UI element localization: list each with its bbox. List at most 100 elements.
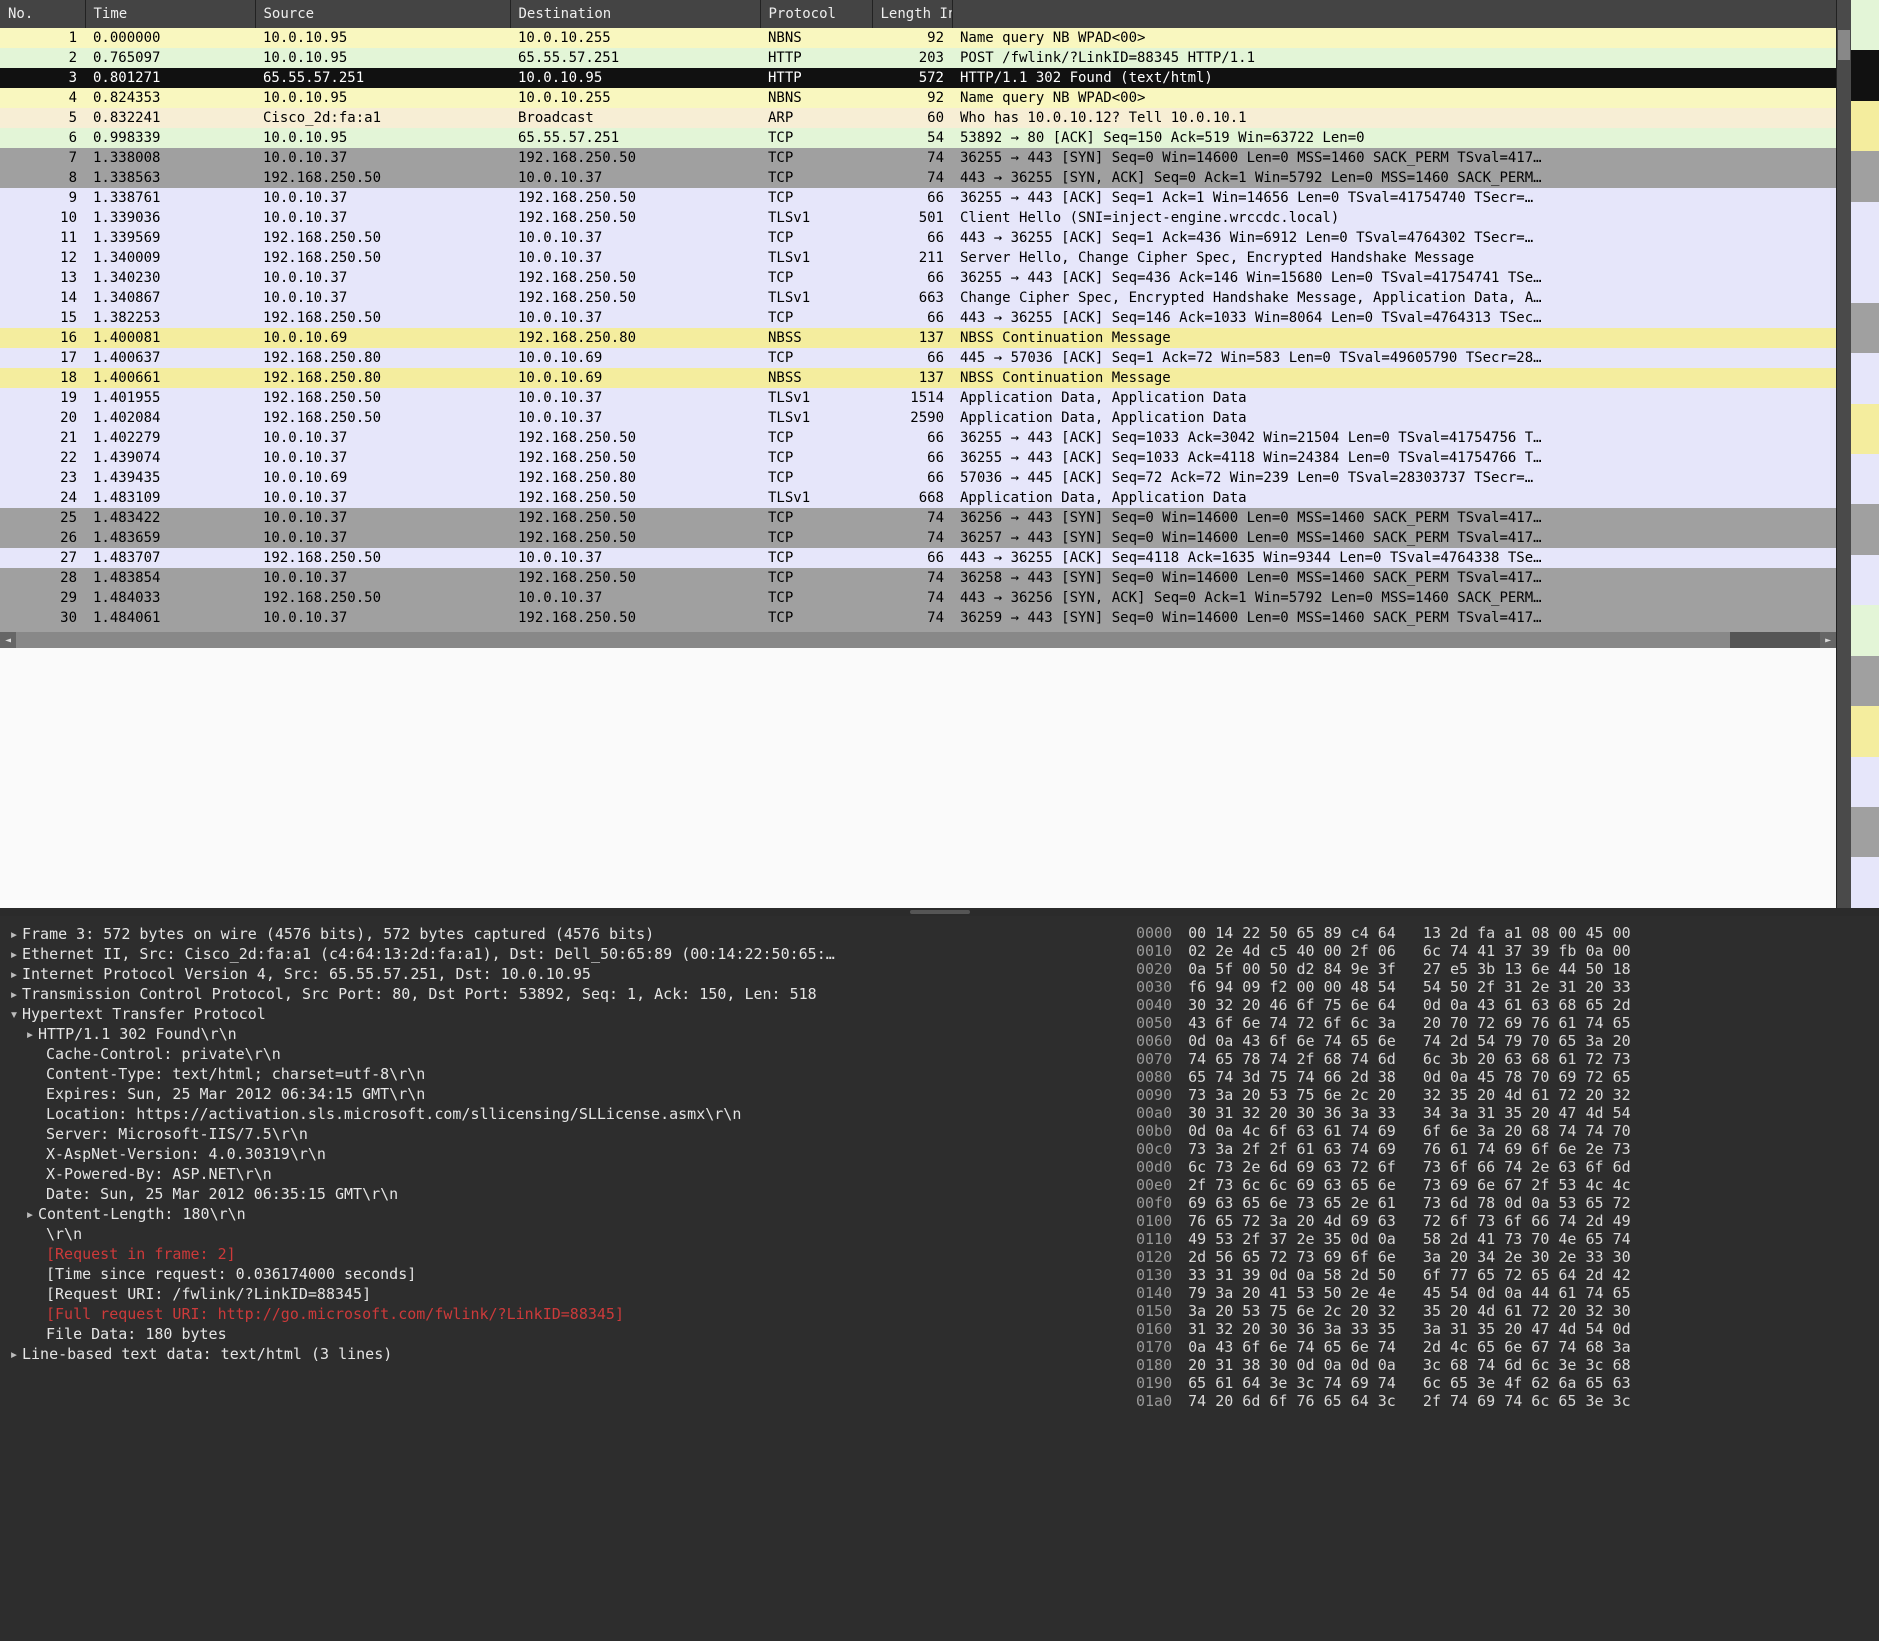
packet-row[interactable]: 60.99833910.0.10.9565.55.57.251TCP545389… — [0, 128, 1836, 148]
hex-line[interactable]: 00d06c 73 2e 6d 69 63 72 6f 73 6f 66 74 … — [1134, 1158, 1875, 1176]
hex-line[interactable]: 004030 32 20 46 6f 75 6e 64 0d 0a 43 61 … — [1134, 996, 1875, 1014]
packet-table[interactable]: No. Time Source Destination Protocol Len… — [0, 0, 1836, 632]
tree-http-fulluri[interactable]: [Full request URI: http://go.microsoft.c… — [0, 1304, 1130, 1324]
hex-line[interactable]: 0030f6 94 09 f2 00 00 48 54 54 50 2f 31 … — [1134, 978, 1875, 996]
hex-line[interactable]: 019065 61 64 3e 3c 74 69 74 6c 65 3e 4f … — [1134, 1374, 1875, 1392]
packet-row[interactable]: 30.80127165.55.57.25110.0.10.95HTTP572HT… — [0, 68, 1836, 88]
packet-row[interactable]: 271.483707192.168.250.5010.0.10.37TCP664… — [0, 548, 1836, 568]
packet-row[interactable]: 181.400661192.168.250.8010.0.10.69NBSS13… — [0, 368, 1836, 388]
tree-http[interactable]: ▾Hypertext Transfer Protocol — [0, 1004, 1130, 1024]
hex-line[interactable]: 00600d 0a 43 6f 6e 74 65 6e 74 2d 54 79 … — [1134, 1032, 1875, 1050]
hex-line[interactable]: 01202d 56 65 72 73 69 6f 6e 3a 20 34 2e … — [1134, 1248, 1875, 1266]
packet-list-vscroll[interactable] — [1836, 0, 1851, 908]
hex-line[interactable]: 00200a 5f 00 50 d2 84 9e 3f 27 e5 3b 13 … — [1134, 960, 1875, 978]
col-info[interactable] — [952, 0, 1836, 28]
packet-minimap[interactable] — [1851, 0, 1879, 908]
packet-row[interactable]: 40.82435310.0.10.9510.0.10.255NBNS92Name… — [0, 88, 1836, 108]
col-length[interactable]: Length Info — [872, 0, 952, 28]
tree-http-aspnet[interactable]: X-AspNet-Version: 4.0.30319\r\n — [0, 1144, 1130, 1164]
packet-row[interactable]: 221.43907410.0.10.37192.168.250.50TCP663… — [0, 448, 1836, 468]
tree-frame[interactable]: ▸Frame 3: 572 bytes on wire (4576 bits),… — [0, 924, 1130, 944]
hex-line[interactable]: 008065 74 3d 75 74 66 2d 38 0d 0a 45 78 … — [1134, 1068, 1875, 1086]
packet-row[interactable]: 10.00000010.0.10.9510.0.10.255NBNS92Name… — [0, 28, 1836, 48]
tree-http-reqframe[interactable]: [Request in frame: 2] — [0, 1244, 1130, 1264]
hex-line[interactable]: 00b00d 0a 4c 6f 63 61 74 69 6f 6e 3a 20 … — [1134, 1122, 1875, 1140]
hex-line[interactable]: 001002 2e 4d c5 40 00 2f 06 6c 74 41 37 … — [1134, 942, 1875, 960]
packet-row[interactable]: 50.832241Cisco_2d:fa:a1BroadcastARP60Who… — [0, 108, 1836, 128]
hex-line[interactable]: 01a074 20 6d 6f 76 65 64 3c 2f 74 69 74 … — [1134, 1392, 1875, 1410]
packet-row[interactable]: 81.338563192.168.250.5010.0.10.37TCP7444… — [0, 168, 1836, 188]
scroll-right-icon[interactable]: ► — [1820, 632, 1836, 648]
packet-row[interactable]: 161.40008110.0.10.69192.168.250.80NBSS13… — [0, 328, 1836, 348]
hex-line[interactable]: 00f069 63 65 6e 73 65 2e 61 73 6d 78 0d … — [1134, 1194, 1875, 1212]
hex-line[interactable]: 00c073 3a 2f 2f 61 63 74 69 76 61 74 69 … — [1134, 1140, 1875, 1158]
hex-line[interactable]: 010076 65 72 3a 20 4d 69 63 72 6f 73 6f … — [1134, 1212, 1875, 1230]
packet-row[interactable]: 151.382253192.168.250.5010.0.10.37TCP664… — [0, 308, 1836, 328]
tree-http-timesince[interactable]: [Time since request: 0.036174000 seconds… — [0, 1264, 1130, 1284]
tree-http-filedata[interactable]: File Data: 180 bytes — [0, 1324, 1130, 1344]
tree-http-status[interactable]: ▸HTTP/1.1 302 Found\r\n — [0, 1024, 1130, 1044]
tree-http-location[interactable]: Location: https://activation.sls.microso… — [0, 1104, 1130, 1124]
hex-line[interactable]: 005043 6f 6e 74 72 6f 6c 3a 20 70 72 69 … — [1134, 1014, 1875, 1032]
hex-line[interactable]: 016031 32 20 30 36 3a 33 35 3a 31 35 20 … — [1134, 1320, 1875, 1338]
tree-eth[interactable]: ▸Ethernet II, Src: Cisco_2d:fa:a1 (c4:64… — [0, 944, 1130, 964]
packet-row[interactable]: 131.34023010.0.10.37192.168.250.50TCP663… — [0, 268, 1836, 288]
hex-line[interactable]: 01700a 43 6f 6e 74 65 6e 74 2d 4c 65 6e … — [1134, 1338, 1875, 1356]
packet-row[interactable]: 91.33876110.0.10.37192.168.250.50TCP6636… — [0, 188, 1836, 208]
tree-ip[interactable]: ▸Internet Protocol Version 4, Src: 65.55… — [0, 964, 1130, 984]
packet-row[interactable]: 20.76509710.0.10.9565.55.57.251HTTP203PO… — [0, 48, 1836, 68]
tree-http-requri[interactable]: [Request URI: /fwlink/?LinkID=88345] — [0, 1284, 1130, 1304]
packet-row[interactable]: 71.33800810.0.10.37192.168.250.50TCP7436… — [0, 148, 1836, 168]
hex-line[interactable]: 013033 31 39 0d 0a 58 2d 50 6f 77 65 72 … — [1134, 1266, 1875, 1284]
tree-http-date[interactable]: Date: Sun, 25 Mar 2012 06:35:15 GMT\r\n — [0, 1184, 1130, 1204]
packet-row[interactable]: 291.484033192.168.250.5010.0.10.37TCP744… — [0, 588, 1836, 608]
hex-line[interactable]: 00a030 31 32 20 30 36 3a 33 34 3a 31 35 … — [1134, 1104, 1875, 1122]
cell-src: 10.0.10.95 — [255, 128, 510, 148]
packet-row[interactable]: 111.339569192.168.250.5010.0.10.37TCP664… — [0, 228, 1836, 248]
tree-http-server[interactable]: Server: Microsoft-IIS/7.5\r\n — [0, 1124, 1130, 1144]
packet-row[interactable]: 301.48406110.0.10.37192.168.250.50TCP743… — [0, 608, 1836, 628]
packet-row[interactable]: 141.34086710.0.10.37192.168.250.50TLSv16… — [0, 288, 1836, 308]
hex-line[interactable]: 007074 65 78 74 2f 68 74 6d 6c 3b 20 63 … — [1134, 1050, 1875, 1068]
packet-list-pane[interactable]: No. Time Source Destination Protocol Len… — [0, 0, 1879, 908]
packet-row[interactable]: 201.402084192.168.250.5010.0.10.37TLSv12… — [0, 408, 1836, 428]
col-proto[interactable]: Protocol — [760, 0, 872, 28]
col-no[interactable]: No. — [0, 0, 85, 28]
cell-info: 36255 → 443 [ACK] Seq=1 Ack=1 Win=14656 … — [952, 188, 1836, 208]
packet-row[interactable]: 241.48310910.0.10.37192.168.250.50TLSv16… — [0, 488, 1836, 508]
packet-row[interactable]: 231.43943510.0.10.69192.168.250.80TCP665… — [0, 468, 1836, 488]
hex-line[interactable]: 01503a 20 53 75 6e 2c 20 32 35 20 4d 61 … — [1134, 1302, 1875, 1320]
hex-line[interactable]: 014079 3a 20 41 53 50 2e 4e 45 54 0d 0a … — [1134, 1284, 1875, 1302]
packet-row[interactable]: 101.33903610.0.10.37192.168.250.50TLSv15… — [0, 208, 1836, 228]
packet-bytes-pane[interactable]: 000000 14 22 50 65 89 c4 64 13 2d fa a1 … — [1130, 916, 1879, 1641]
tree-http-crlf[interactable]: \r\n — [0, 1224, 1130, 1244]
tree-http-clen[interactable]: ▸Content-Length: 180\r\n — [0, 1204, 1130, 1224]
packet-row[interactable]: 261.48365910.0.10.37192.168.250.50TCP743… — [0, 528, 1836, 548]
tree-tcp[interactable]: ▸Transmission Control Protocol, Src Port… — [0, 984, 1130, 1004]
packet-header-row[interactable]: No. Time Source Destination Protocol Len… — [0, 0, 1836, 28]
hex-line[interactable]: 009073 3a 20 53 75 6e 2c 20 32 35 20 4d … — [1134, 1086, 1875, 1104]
packet-details-pane[interactable]: ▸Frame 3: 572 bytes on wire (4576 bits),… — [0, 916, 1130, 1641]
hex-line[interactable]: 011049 53 2f 37 2e 35 0d 0a 58 2d 41 73 … — [1134, 1230, 1875, 1248]
col-source[interactable]: Source — [255, 0, 510, 28]
packet-row[interactable]: 191.401955192.168.250.5010.0.10.37TLSv11… — [0, 388, 1836, 408]
cell-len: 66 — [872, 308, 952, 328]
tree-linebased[interactable]: ▸Line-based text data: text/html (3 line… — [0, 1344, 1130, 1364]
col-dest[interactable]: Destination — [510, 0, 760, 28]
scroll-left-icon[interactable]: ◄ — [0, 632, 16, 648]
col-time[interactable]: Time — [85, 0, 255, 28]
packet-list-hscroll[interactable]: ◄ ► — [0, 632, 1836, 648]
tree-http-powered[interactable]: X-Powered-By: ASP.NET\r\n — [0, 1164, 1130, 1184]
tree-http-cache[interactable]: Cache-Control: private\r\n — [0, 1044, 1130, 1064]
packet-row[interactable]: 211.40227910.0.10.37192.168.250.50TCP663… — [0, 428, 1836, 448]
tree-http-expires[interactable]: Expires: Sun, 25 Mar 2012 06:34:15 GMT\r… — [0, 1084, 1130, 1104]
pane-splitter[interactable] — [0, 908, 1879, 916]
packet-row[interactable]: 281.48385410.0.10.37192.168.250.50TCP743… — [0, 568, 1836, 588]
hex-line[interactable]: 00e02f 73 6c 6c 69 63 65 6e 73 69 6e 67 … — [1134, 1176, 1875, 1194]
hex-line[interactable]: 018020 31 38 30 0d 0a 0d 0a 3c 68 74 6d … — [1134, 1356, 1875, 1374]
packet-row[interactable]: 251.48342210.0.10.37192.168.250.50TCP743… — [0, 508, 1836, 528]
tree-http-ctype[interactable]: Content-Type: text/html; charset=utf-8\r… — [0, 1064, 1130, 1084]
packet-row[interactable]: 171.400637192.168.250.8010.0.10.69TCP664… — [0, 348, 1836, 368]
packet-row[interactable]: 121.340009192.168.250.5010.0.10.37TLSv12… — [0, 248, 1836, 268]
hex-line[interactable]: 000000 14 22 50 65 89 c4 64 13 2d fa a1 … — [1134, 924, 1875, 942]
